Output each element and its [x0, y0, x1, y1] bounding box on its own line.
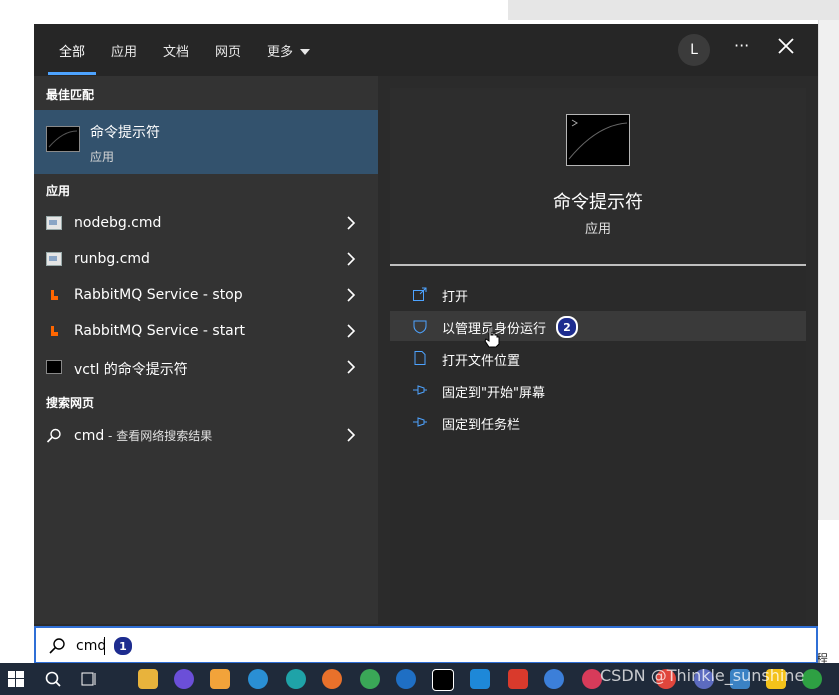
background-sidebar: [818, 20, 839, 520]
list-item-label: vctl 的命令提示符: [74, 362, 188, 378]
app-icon[interactable]: [582, 669, 602, 689]
tab-more-label: 更多: [267, 45, 294, 60]
preview-header: 命令提示符 应用: [390, 88, 806, 264]
text-caret: [104, 637, 105, 655]
open-action-label: 打开: [442, 290, 469, 305]
web-search-suffix: - 查看网络搜索结果: [104, 429, 213, 443]
app-icon[interactable]: [210, 669, 230, 689]
pin-icon: [413, 385, 427, 395]
preview-pane: 命令提示符 应用 打开 以管理员身份运行 打开文件位置 固定到"开始"屏幕 固定…: [390, 88, 806, 624]
preview-title: 命令提示符: [553, 192, 643, 213]
pin-icon: [413, 417, 427, 427]
best-match-item[interactable]: 命令提示符 应用: [34, 110, 378, 174]
web-search-header: 搜索网页: [46, 396, 95, 410]
hand-cursor-icon: [484, 326, 500, 348]
search-tabs-bar: 全部 应用 文档 网页 更多 L ···: [34, 24, 818, 76]
chevron-right-icon[interactable]: [346, 215, 356, 231]
app-icon[interactable]: [174, 669, 194, 689]
vscode-icon[interactable]: [470, 669, 490, 689]
list-item-label: runbg.cmd: [74, 251, 150, 267]
web-search-query: cmd: [74, 428, 105, 444]
search-panel: 全部 应用 文档 网页 更多 L ··· 最佳匹配 命令提示符 应用 应用 no…: [34, 24, 818, 664]
close-icon[interactable]: [776, 36, 796, 56]
tab-all[interactable]: 全部: [59, 41, 85, 60]
web-search-label: cmd - 查看网络搜索结果: [74, 427, 212, 444]
open-icon: [413, 287, 427, 301]
chevron-right-icon[interactable]: [346, 427, 356, 443]
file-explorer-icon[interactable]: [138, 669, 158, 689]
task-view-icon[interactable]: [80, 670, 98, 688]
tab-apps[interactable]: 应用: [111, 41, 137, 60]
chrome-icon[interactable]: [360, 669, 380, 689]
rabbitmq-icon: [51, 290, 58, 300]
open-file-location-label: 打开文件位置: [442, 354, 521, 369]
best-match-subtitle: 应用: [90, 150, 115, 164]
best-match-title: 命令提示符: [90, 125, 160, 141]
rabbitmq-icon: [51, 326, 58, 336]
shield-icon: [413, 320, 427, 334]
list-item[interactable]: RabbitMQ Service - start: [34, 314, 378, 348]
search-icon[interactable]: [44, 670, 62, 688]
list-item-label: RabbitMQ Service - start: [74, 323, 246, 339]
intellij-icon[interactable]: [432, 669, 454, 691]
cmd-icon: [566, 114, 630, 166]
results-list: 最佳匹配 命令提示符 应用 应用 nodebg.cmd runbg.cmd Ra…: [34, 76, 378, 624]
tab-more[interactable]: 更多: [267, 41, 311, 60]
preview-subtitle: 应用: [584, 222, 611, 237]
pin-to-start-action[interactable]: 固定到"开始"屏幕: [390, 375, 806, 405]
cmd-icon: [46, 360, 62, 374]
search-input[interactable]: cmd: [76, 638, 106, 654]
pin-to-taskbar-label: 固定到任务栏: [442, 418, 521, 433]
ie-icon[interactable]: [248, 669, 268, 689]
chevron-down-icon: [300, 49, 311, 55]
pin-to-taskbar-action[interactable]: 固定到任务栏: [390, 407, 806, 437]
list-item[interactable]: vctl 的命令提示符: [34, 350, 378, 384]
step-badge-2: 2: [556, 316, 578, 338]
search-box[interactable]: cmd: [34, 626, 818, 664]
list-item[interactable]: RabbitMQ Service - stop: [34, 278, 378, 312]
open-action[interactable]: 打开: [390, 279, 806, 309]
divider: [390, 264, 806, 266]
script-icon: [46, 252, 62, 266]
active-tab-indicator: [48, 72, 96, 75]
list-item[interactable]: runbg.cmd: [34, 242, 378, 276]
web-search-item[interactable]: cmd - 查看网络搜索结果: [34, 418, 378, 452]
file-location-icon: [414, 351, 426, 365]
edge-icon[interactable]: [286, 669, 306, 689]
app-icon[interactable]: [508, 669, 528, 689]
chevron-right-icon[interactable]: [346, 359, 356, 375]
chevron-right-icon[interactable]: [346, 323, 356, 339]
chevron-right-icon[interactable]: [346, 287, 356, 303]
step-badge-1: 1: [112, 635, 134, 657]
firefox-icon[interactable]: [322, 669, 342, 689]
run-as-admin-action[interactable]: 以管理员身份运行: [390, 311, 806, 341]
windows-start-icon[interactable]: [8, 671, 24, 687]
more-options-button[interactable]: ···: [734, 36, 749, 55]
list-item-label: nodebg.cmd: [74, 215, 162, 231]
tab-web[interactable]: 网页: [215, 41, 241, 60]
background-toolbar: [508, 0, 839, 20]
app-icon[interactable]: [396, 669, 416, 689]
pin-to-start-label: 固定到"开始"屏幕: [442, 386, 545, 401]
tab-documents[interactable]: 文档: [163, 41, 189, 60]
search-icon: [49, 638, 65, 654]
search-icon: [46, 428, 61, 443]
cmd-icon: [46, 126, 80, 152]
open-file-location-action[interactable]: 打开文件位置: [390, 343, 806, 373]
list-item[interactable]: nodebg.cmd: [34, 206, 378, 240]
avatar[interactable]: L: [678, 34, 710, 66]
best-match-header: 最佳匹配: [46, 88, 95, 102]
chevron-right-icon[interactable]: [346, 251, 356, 267]
app-icon[interactable]: [802, 669, 822, 689]
app-icon[interactable]: [544, 669, 564, 689]
script-icon: [46, 216, 62, 230]
apps-header: 应用: [46, 184, 71, 198]
list-item-label: RabbitMQ Service - stop: [74, 287, 243, 303]
watermark: CSDN @Thinkle_sunshine: [600, 666, 805, 685]
